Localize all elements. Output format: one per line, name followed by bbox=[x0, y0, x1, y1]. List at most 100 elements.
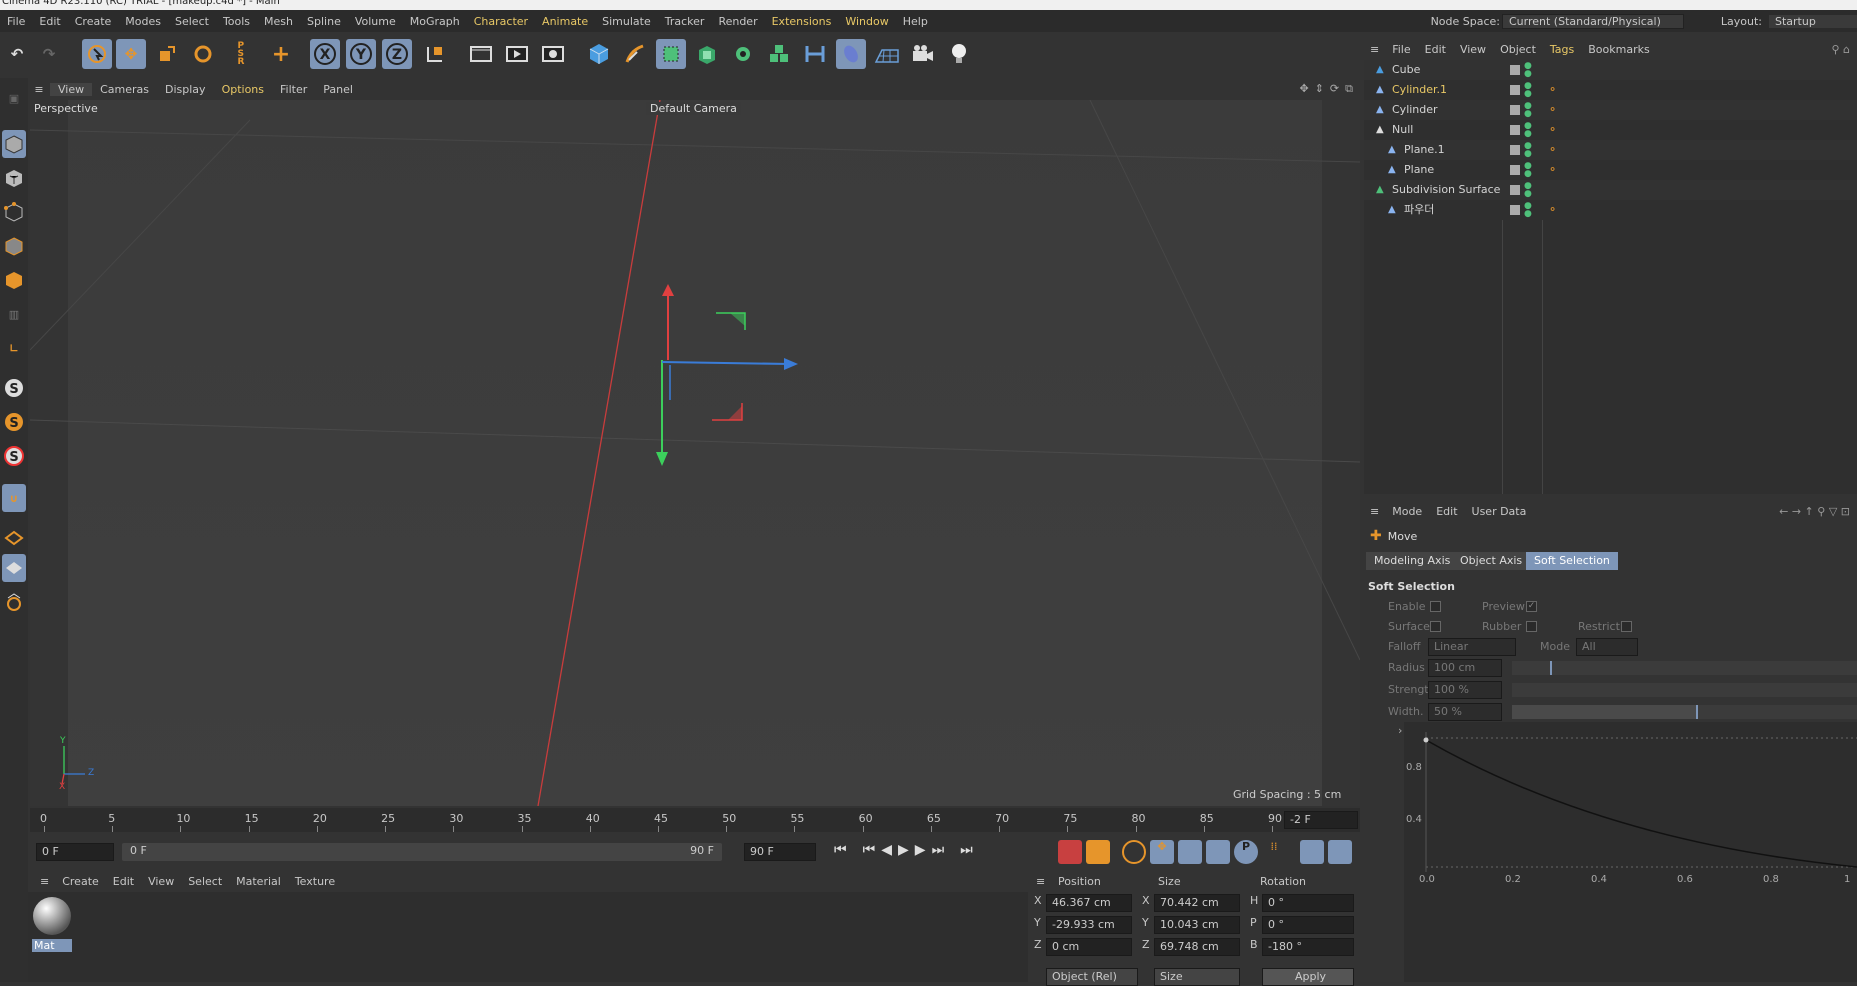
strength-field[interactable]: 100 % bbox=[1428, 681, 1502, 699]
edges-mode-icon[interactable] bbox=[2, 232, 26, 260]
visibility-dots-icon[interactable]: ● ● bbox=[1524, 182, 1532, 199]
tag-icon[interactable]: ⚬ bbox=[1548, 160, 1557, 180]
layer-icon[interactable] bbox=[1510, 125, 1520, 135]
object-row[interactable]: ▲ Plane.1 ● ● ⚬ bbox=[1364, 140, 1857, 160]
radius-slider[interactable] bbox=[1512, 661, 1857, 675]
tab-object-axis[interactable]: Object Axis bbox=[1452, 552, 1531, 570]
uv-mode-icon[interactable]: ▥ bbox=[2, 300, 26, 328]
polygons-mode-icon[interactable] bbox=[2, 266, 26, 294]
material-swatch[interactable]: Mat bbox=[32, 896, 72, 952]
tag-icon[interactable]: ⚬ bbox=[1548, 80, 1557, 100]
tag-icon[interactable]: ⚬ bbox=[1548, 200, 1557, 220]
object-name[interactable]: Cylinder bbox=[1392, 100, 1438, 120]
width-slider[interactable] bbox=[1512, 705, 1857, 719]
material-menu-texture[interactable]: Texture bbox=[288, 875, 342, 888]
object-name[interactable]: Cylinder.1 bbox=[1392, 80, 1447, 100]
falloff-graph[interactable]: 0.8 0.4 0.0 0.2 0.4 0.6 0.8 1 bbox=[1404, 722, 1857, 982]
grid-plane-icon[interactable] bbox=[2, 554, 26, 582]
object-name[interactable]: Subdivision Surface bbox=[1392, 180, 1500, 200]
menu-mograph[interactable]: MoGraph bbox=[403, 15, 467, 28]
timeline-sound-icon[interactable] bbox=[1300, 840, 1324, 864]
timeline-film-icon[interactable] bbox=[1328, 840, 1352, 864]
strength-slider[interactable] bbox=[1512, 683, 1857, 697]
y-axis-lock-icon[interactable]: Y bbox=[346, 39, 376, 69]
tag-icon[interactable]: ⚬ bbox=[1548, 140, 1557, 160]
om-menu-tags[interactable]: Tags bbox=[1543, 43, 1581, 56]
menu-file[interactable]: File bbox=[0, 15, 32, 28]
coord-rotation-field[interactable]: 0 ° bbox=[1262, 916, 1354, 934]
camera-object-icon[interactable] bbox=[908, 39, 938, 69]
viewport-menu-options[interactable]: Options bbox=[214, 83, 272, 96]
preview-checkbox[interactable]: ✓ bbox=[1526, 601, 1537, 612]
menu-mesh[interactable]: Mesh bbox=[257, 15, 300, 28]
viewport-menu-display[interactable]: Display bbox=[157, 83, 214, 96]
attr-menu-mode[interactable]: Mode bbox=[1385, 505, 1429, 518]
timeline-ruler[interactable]: 0 5 10 15 20 25 30 35 40 45 50 55 60 65 70 75 80 85 90 -2 … bbox=[30, 808, 1360, 832]
object-row[interactable]: ▲ Plane ● ● ⚬ bbox=[1364, 160, 1857, 180]
attr-menu-userdata[interactable]: User Data bbox=[1465, 505, 1534, 518]
viewport-maximize-icon[interactable]: ⧉ bbox=[1345, 82, 1353, 96]
key-pla-icon[interactable]: ⁞⁞ bbox=[1262, 840, 1286, 864]
visibility-dots-icon[interactable]: ● ● bbox=[1524, 82, 1532, 99]
viewport-rotate-icon[interactable]: ⟳ bbox=[1330, 82, 1339, 96]
redo-icon[interactable]: ↷ bbox=[34, 39, 64, 69]
attr-menu-edit[interactable]: Edit bbox=[1429, 505, 1464, 518]
texture-mode-icon[interactable] bbox=[2, 164, 26, 192]
render-view-icon[interactable] bbox=[466, 39, 496, 69]
rotate-tool-icon[interactable] bbox=[188, 39, 218, 69]
coord-size-field[interactable]: 70.442 cm bbox=[1154, 894, 1240, 912]
scale-tool-icon[interactable] bbox=[152, 39, 182, 69]
coord-position-field[interactable]: 46.367 cm bbox=[1046, 894, 1132, 912]
material-menu-view[interactable]: View bbox=[141, 875, 181, 888]
visibility-dots-icon[interactable]: ● ● bbox=[1524, 142, 1532, 159]
mode-select[interactable]: All bbox=[1576, 638, 1638, 656]
menu-tools[interactable]: Tools bbox=[216, 15, 257, 28]
viewport-zoom-icon[interactable]: ⇕ bbox=[1315, 82, 1324, 96]
render-to-picture-viewer-icon[interactable] bbox=[502, 39, 532, 69]
viewport-3d[interactable]: Perspective Default Camera Y Z X Grid Sp… bbox=[30, 100, 1360, 806]
visibility-dots-icon[interactable]: ● ● bbox=[1524, 62, 1532, 79]
coord-position-field[interactable]: -29.933 cm bbox=[1046, 916, 1132, 934]
tag-icon[interactable]: ⚬ bbox=[1548, 100, 1557, 120]
rubber-checkbox[interactable] bbox=[1526, 621, 1537, 632]
undo-icon[interactable]: ↶ bbox=[2, 39, 32, 69]
z-axis-lock-icon[interactable]: Z bbox=[382, 39, 412, 69]
layer-icon[interactable] bbox=[1510, 145, 1520, 155]
prev-key-icon[interactable]: ⏮ bbox=[863, 842, 876, 858]
menu-character[interactable]: Character bbox=[467, 15, 535, 28]
layer-icon[interactable] bbox=[1510, 65, 1520, 75]
coord-apply-button[interactable]: Apply bbox=[1262, 968, 1354, 986]
psr-tool-icon[interactable]: PSR bbox=[226, 39, 256, 69]
viewport-hamburger-icon[interactable]: ≡ bbox=[28, 78, 50, 100]
om-search-icon[interactable]: ⚲ ⌂ bbox=[1824, 43, 1857, 56]
transform-tool-icon[interactable]: + bbox=[266, 39, 296, 69]
next-key-icon[interactable]: ⏭ bbox=[932, 842, 945, 858]
light-object-icon[interactable] bbox=[944, 39, 974, 69]
keyframe-selection-icon[interactable] bbox=[1122, 840, 1146, 864]
object-row[interactable]: ▲ Null ● ● ⚬ bbox=[1364, 120, 1857, 140]
om-menu-object[interactable]: Object bbox=[1493, 43, 1543, 56]
render-settings-icon[interactable] bbox=[538, 39, 568, 69]
visibility-dots-icon[interactable]: ● ● bbox=[1524, 162, 1532, 179]
layer-icon[interactable] bbox=[1510, 205, 1520, 215]
menu-select[interactable]: Select bbox=[168, 15, 216, 28]
menu-animate[interactable]: Animate bbox=[535, 15, 595, 28]
viewport-menu-view[interactable]: View bbox=[50, 82, 93, 96]
layer-icon[interactable] bbox=[1510, 85, 1520, 95]
coord-hamburger-icon[interactable]: ≡ bbox=[1030, 875, 1051, 888]
autokey-icon[interactable] bbox=[1086, 840, 1110, 864]
menu-help[interactable]: Help bbox=[896, 15, 935, 28]
locked-workplane-icon[interactable] bbox=[2, 588, 26, 616]
coord-position-field[interactable]: 0 cm bbox=[1046, 938, 1132, 956]
points-mode-icon[interactable] bbox=[2, 198, 26, 226]
enable-checkbox[interactable] bbox=[1430, 601, 1441, 612]
extrude-generator-icon[interactable] bbox=[692, 39, 722, 69]
snap-settings-icon[interactable]: S bbox=[2, 442, 26, 470]
menu-edit[interactable]: Edit bbox=[32, 15, 67, 28]
workplane-icon[interactable] bbox=[2, 524, 26, 552]
width-field[interactable]: 50 % bbox=[1428, 703, 1502, 721]
live-selection-icon[interactable] bbox=[82, 39, 112, 69]
goto-start-icon[interactable]: ⏮ bbox=[834, 842, 847, 858]
key-rotation-icon[interactable] bbox=[1206, 840, 1230, 864]
object-name[interactable]: Plane.1 bbox=[1404, 140, 1445, 160]
